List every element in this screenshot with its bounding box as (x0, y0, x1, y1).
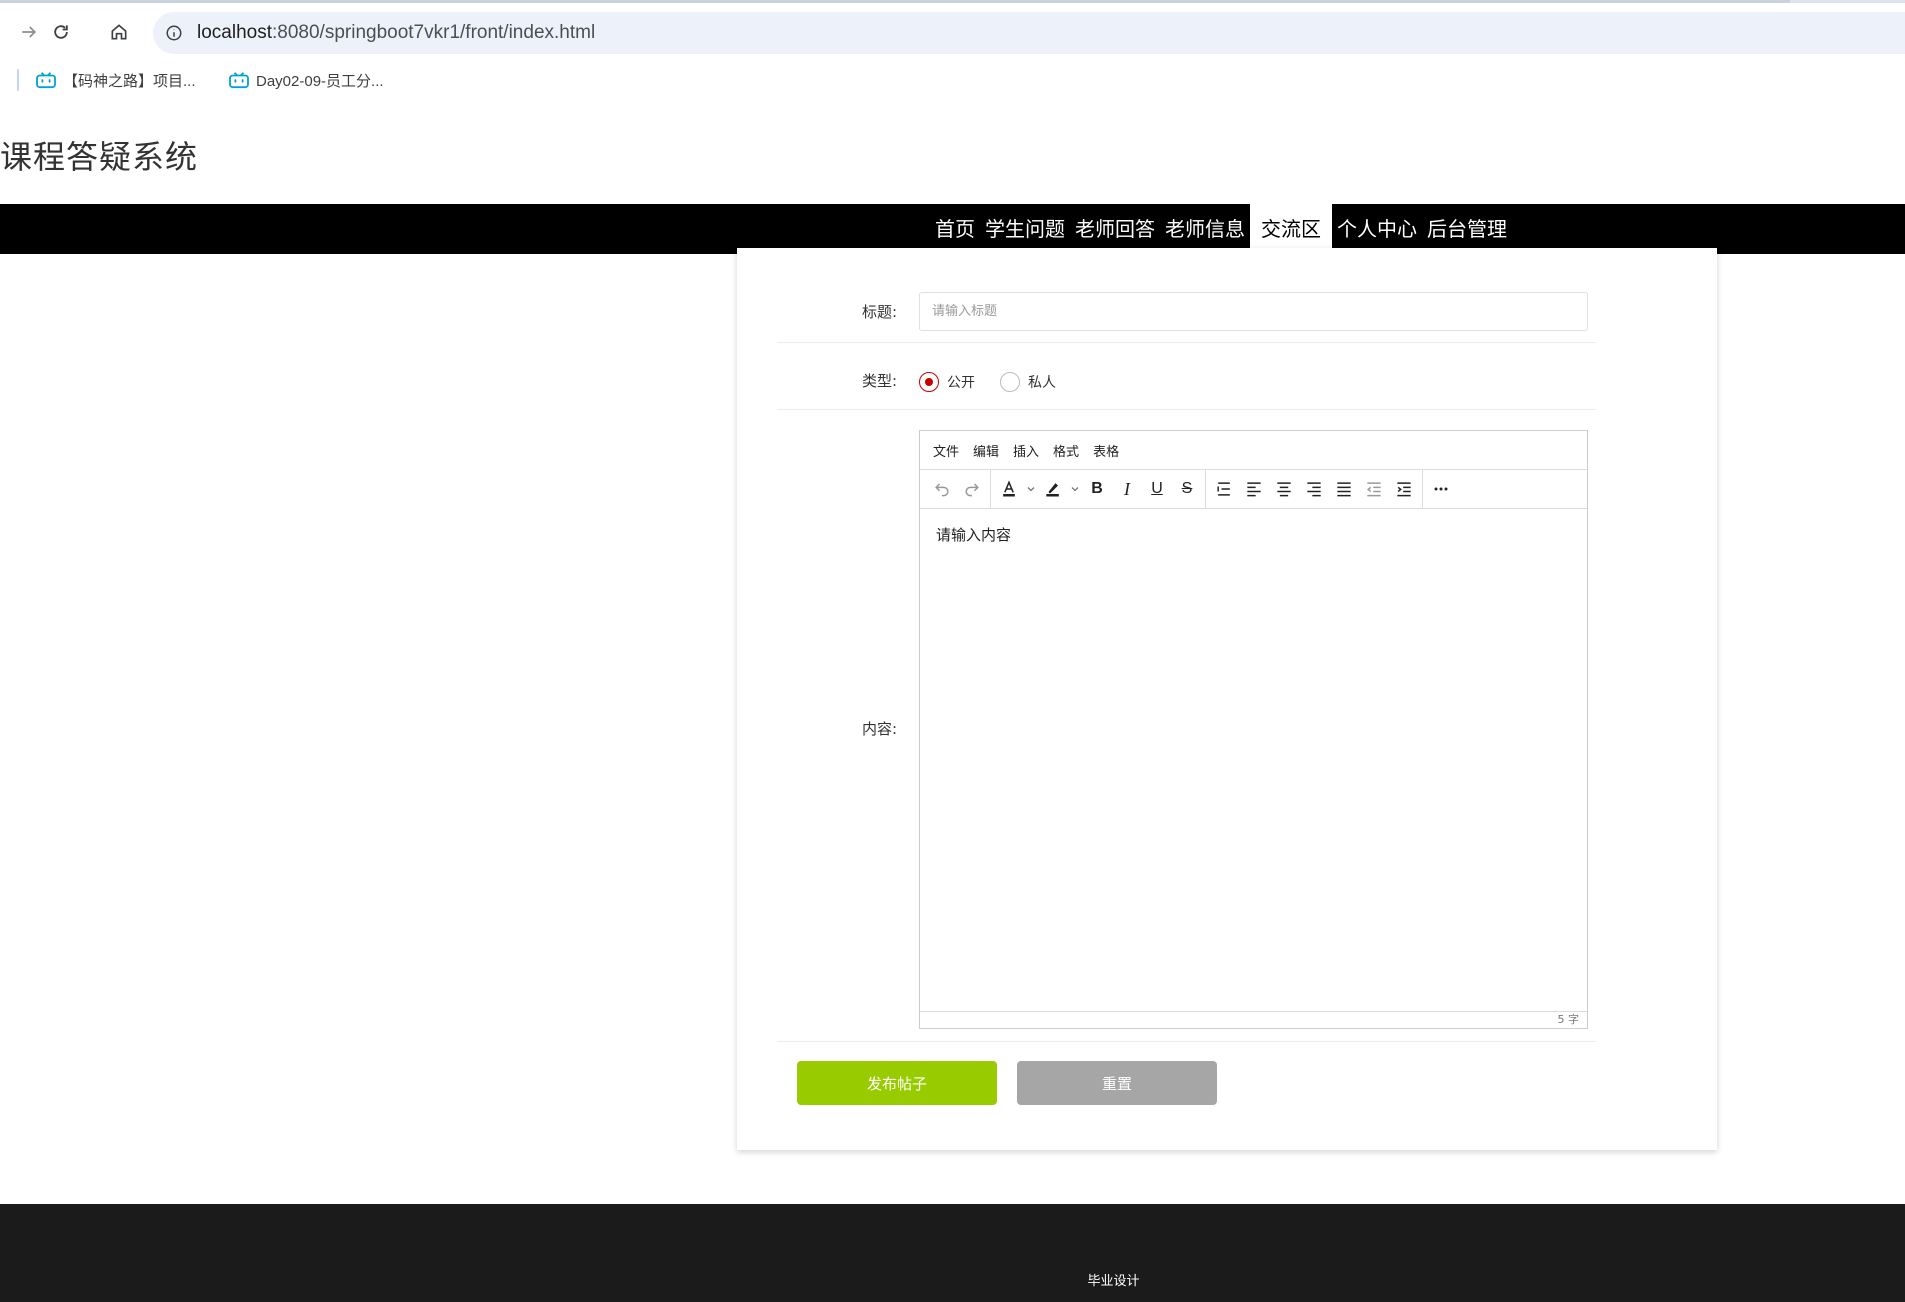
reload-icon (54, 25, 68, 39)
align-center-icon (1277, 482, 1291, 497)
bookmarks-divider (17, 69, 19, 91)
arrow-right-icon (22, 26, 37, 38)
bilibili-icon (36, 72, 56, 89)
redo-button[interactable] (957, 474, 987, 504)
toolbar-group-format: B I U S (991, 469, 1206, 509)
undo-button[interactable] (927, 474, 957, 504)
url-path: :8080/springboot7vkr1/front/index.html (272, 22, 596, 43)
post-form-card: 标题: 类型: 公开 私人 内容: 文件 编辑 插入 格式 表格 (737, 248, 1717, 1150)
italic-icon: I (1124, 478, 1130, 499)
site-title: 课程答疑系统 (0, 138, 199, 176)
main-nav: 首页 学生问题 老师回答 老师信息 交流区 个人中心 后台管理 (0, 204, 1905, 254)
undo-icon (935, 483, 949, 497)
text-color-button[interactable] (994, 474, 1024, 504)
text-color-icon (1003, 480, 1015, 497)
type-label: 类型: (861, 372, 897, 390)
radio-private[interactable]: 私人 (1000, 372, 1056, 392)
nav-item-teacher-info[interactable]: 老师信息 (1160, 204, 1250, 254)
bold-icon: B (1091, 480, 1103, 497)
text-color-split-button[interactable] (994, 474, 1038, 504)
radio-checked-icon (919, 372, 939, 392)
reset-button[interactable]: 重置 (1017, 1061, 1217, 1105)
word-count: 5 字 (1557, 1013, 1580, 1026)
editor-content-area[interactable]: 请输入内容 (920, 510, 1587, 1011)
forward-button[interactable] (14, 17, 44, 47)
align-right-button[interactable] (1299, 474, 1329, 504)
footer: 毕业设计 (0, 1204, 1905, 1302)
align-justify-button[interactable] (1329, 474, 1359, 504)
indent-icon (1397, 482, 1411, 497)
reload-button[interactable] (46, 17, 76, 47)
align-center-button[interactable] (1269, 474, 1299, 504)
toolbar-group-align (1206, 469, 1423, 509)
chevron-down-icon[interactable] (1024, 474, 1038, 504)
line-height-button[interactable] (1209, 474, 1239, 504)
bookmarks-bar: 【码神之路】项目... Day02-09-员工分... (0, 61, 1905, 99)
redo-icon (965, 483, 979, 497)
editor-menubar: 文件 编辑 插入 格式 表格 (920, 431, 1587, 470)
chevron-down-icon[interactable] (1068, 474, 1082, 504)
radio-public[interactable]: 公开 (919, 372, 975, 392)
home-button[interactable] (104, 17, 134, 47)
menu-table[interactable]: 表格 (1093, 441, 1119, 460)
menu-format[interactable]: 格式 (1053, 441, 1079, 460)
omnibox[interactable]: localhost:8080/springboot7vkr1/front/ind… (153, 12, 1905, 54)
toolbar-group-history (924, 469, 991, 509)
outdent-button[interactable] (1359, 474, 1389, 504)
highlighter-icon (1046, 483, 1059, 497)
bookmark-item[interactable]: Day02-09-员工分... (228, 67, 384, 93)
home-icon (111, 24, 127, 40)
strikethrough-icon: S (1181, 480, 1193, 497)
site-info-icon[interactable] (163, 22, 185, 44)
type-radio-group: 公开 私人 (919, 372, 1081, 392)
nav-item-admin[interactable]: 后台管理 (1422, 204, 1512, 254)
indent-button[interactable] (1389, 474, 1419, 504)
content-label: 内容: (861, 720, 897, 738)
bookmark-label: 【码神之路】项目... (63, 72, 196, 90)
url-text[interactable]: localhost:8080/springboot7vkr1/front/ind… (197, 22, 595, 44)
highlight-split-button[interactable] (1038, 474, 1082, 504)
title-label: 标题: (861, 303, 897, 321)
title-input[interactable] (919, 292, 1588, 331)
more-button[interactable] (1426, 474, 1456, 504)
toolbar-group-more (1423, 470, 1459, 509)
radio-public-label: 公开 (947, 375, 975, 391)
bookmark-item[interactable]: 【码神之路】项目... (35, 67, 196, 93)
editor-statusbar: 5 字 (920, 1011, 1587, 1028)
radio-private-label: 私人 (1028, 375, 1056, 391)
line-height-icon (1217, 482, 1230, 496)
underline-icon: U (1151, 480, 1163, 497)
align-left-button[interactable] (1239, 474, 1269, 504)
bookmark-label: Day02-09-员工分... (256, 72, 384, 90)
align-left-icon (1247, 482, 1261, 497)
more-horizontal-icon (1434, 487, 1448, 491)
bilibili-icon (229, 72, 249, 89)
underline-button[interactable]: U (1142, 474, 1172, 504)
menu-edit[interactable]: 编辑 (973, 441, 999, 460)
publish-post-button[interactable]: 发布帖子 (797, 1061, 997, 1105)
rich-text-editor: 文件 编辑 插入 格式 表格 B I U S 请输入内容 5 字 (919, 430, 1588, 1029)
footer-text: 毕业设计 (1087, 1274, 1140, 1289)
url-host: localhost (197, 22, 272, 43)
nav-items: 首页 学生问题 老师回答 老师信息 交流区 个人中心 后台管理 (930, 204, 1512, 254)
nav-item-profile[interactable]: 个人中心 (1332, 204, 1422, 254)
type-row (777, 343, 1596, 410)
highlight-button[interactable] (1038, 474, 1068, 504)
strikethrough-button[interactable]: S (1172, 474, 1202, 504)
align-justify-icon (1337, 482, 1351, 497)
bold-button[interactable]: B (1082, 474, 1112, 504)
nav-item-forum[interactable]: 交流区 (1250, 204, 1332, 254)
nav-item-home[interactable]: 首页 (930, 204, 980, 254)
nav-item-teacher-answers[interactable]: 老师回答 (1070, 204, 1160, 254)
italic-button[interactable]: I (1112, 474, 1142, 504)
editor-content: 请输入内容 (936, 526, 1012, 544)
outdent-icon (1366, 482, 1381, 497)
radio-unchecked-icon (1000, 372, 1020, 392)
menu-file[interactable]: 文件 (933, 441, 959, 460)
align-right-icon (1307, 482, 1321, 497)
nav-item-student-questions[interactable]: 学生问题 (980, 204, 1070, 254)
menu-insert[interactable]: 插入 (1013, 441, 1039, 460)
editor-toolbar: B I U S (920, 469, 1587, 509)
address-bar-row: localhost:8080/springboot7vkr1/front/ind… (0, 3, 1905, 61)
